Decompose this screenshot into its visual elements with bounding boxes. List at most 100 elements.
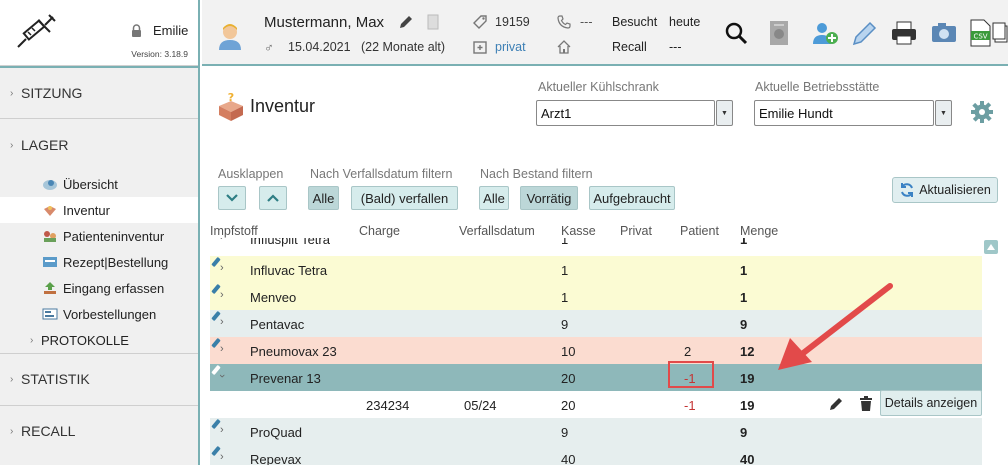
dob-value: 15.04.2021 — [288, 40, 351, 54]
col-charge[interactable]: Charge — [359, 224, 400, 238]
preorder-icon — [42, 308, 58, 320]
site-label: Aktuelle Betriebsstätte — [755, 80, 880, 94]
col-verfall[interactable]: Verfallsdatum — [459, 224, 535, 238]
chevron-right-icon[interactable]: › — [220, 289, 224, 301]
edit-pencil-icon[interactable] — [828, 396, 844, 412]
vaccine-name: Pneumovax 23 — [250, 344, 337, 359]
nav-statistik-head[interactable]: › STATISTIK — [0, 354, 198, 404]
search-icon[interactable] — [722, 18, 750, 48]
vorraetig-button[interactable]: Vorrätig — [520, 186, 578, 210]
refresh-button[interactable]: Aktualisieren — [892, 177, 998, 203]
cell-menge: 1 — [740, 263, 748, 278]
sidebar-item-patienteninventur[interactable]: Patienteninventur — [0, 223, 198, 249]
table-subrow[interactable]: 234234 05/24 20 -1 19 — [210, 391, 982, 418]
patient-insurance[interactable]: privat — [495, 40, 526, 54]
chevron-down-icon[interactable]: › — [216, 374, 228, 378]
cell-menge: 9 — [740, 425, 748, 440]
printer-icon[interactable] — [890, 18, 918, 48]
aufgebraucht-button[interactable]: Aufgebraucht — [589, 186, 675, 210]
chevron-right-icon[interactable]: › — [220, 262, 224, 274]
chevron-right-icon[interactable]: › — [220, 424, 224, 436]
cell-verfall: 05/24 — [464, 398, 497, 413]
expand-button[interactable] — [259, 186, 287, 210]
collapse-button[interactable] — [218, 186, 246, 210]
document-icon[interactable] — [427, 14, 439, 30]
patient-dob: 15.04.2021 (22 Monate alt) — [288, 40, 445, 54]
table-row[interactable]: › ProQuad 9 9 — [210, 418, 982, 445]
prescription-icon — [43, 257, 57, 267]
bald-verfallen-button[interactable]: (Bald) verfallen — [351, 186, 458, 210]
sidebar-item-label: Patienteninventur — [63, 228, 165, 244]
patient-header: Mustermann, Max ♂ 15.04.2021 (22 Monate … — [202, 0, 1008, 66]
col-patient[interactable]: Patient — [680, 224, 719, 238]
gear-icon[interactable] — [970, 100, 994, 124]
cell-kasse: 1 — [561, 263, 569, 278]
nav-section-sitzung[interactable]: › SITZUNG — [0, 66, 198, 119]
bestand-filter-label: Nach Bestand filtern — [480, 167, 593, 181]
patient-inventory-icon — [44, 231, 56, 242]
sidebar-item-inventur[interactable]: Inventur — [0, 197, 198, 223]
nav-lager-head[interactable]: › LAGER — [0, 119, 198, 171]
chevron-down-icon[interactable]: ▼ — [716, 100, 733, 126]
recall-value: --- — [669, 40, 682, 54]
cell-kasse: 1 — [561, 238, 569, 247]
nav-sitzung-head[interactable]: › SITZUNG — [0, 68, 198, 118]
chevron-up-icon — [267, 194, 279, 202]
col-kasse[interactable]: Kasse — [561, 224, 596, 238]
syringe-edit-icon[interactable] — [850, 18, 878, 48]
chevron-down-icon — [226, 194, 238, 202]
brand-header: Emilie Version: 3.18.9 — [0, 0, 198, 66]
verfall-alle-button[interactable]: Alle — [308, 186, 339, 210]
user-name[interactable]: Emilie — [153, 23, 188, 38]
details-button[interactable]: Details anzeigen — [880, 390, 982, 416]
fridge-label: Aktueller Kühlschrank — [538, 80, 659, 94]
sidebar-item-vorbestellungen[interactable]: Vorbestellungen — [0, 301, 198, 327]
verfall-filter-label: Nach Verfallsdatum filtern — [310, 167, 453, 181]
sidebar-item-rezept[interactable]: Rezept|Bestellung — [0, 249, 198, 275]
home-icon — [557, 40, 571, 54]
bestand-alle-button[interactable]: Alle — [479, 186, 509, 210]
patient-avatar-icon[interactable] — [216, 22, 244, 50]
chevron-right-icon[interactable]: › — [220, 238, 224, 243]
vaccine-name: Repevax — [250, 452, 302, 465]
certificate-icon[interactable] — [765, 18, 793, 48]
csv-icon[interactable]: CSV — [966, 18, 994, 48]
chevron-right-icon[interactable]: › — [220, 343, 224, 355]
table-row[interactable]: › Repevax 40 40 — [210, 445, 982, 465]
copy-icon[interactable] — [992, 18, 1008, 48]
sidebar-item-uebersicht[interactable]: Übersicht — [0, 171, 198, 197]
chevron-right-icon[interactable]: › — [220, 316, 224, 328]
scroll-up-button[interactable] — [984, 240, 998, 254]
chevron-down-icon[interactable]: ▼ — [935, 100, 952, 126]
chevron-right-icon: › — [10, 373, 14, 385]
fridge-select[interactable]: Arzt1 ▼ — [536, 100, 733, 126]
nav-section-statistik[interactable]: › STATISTIK — [0, 354, 198, 406]
camera-icon[interactable] — [930, 18, 958, 48]
ausklappen-label: Ausklappen — [218, 167, 284, 181]
cell-patient: -1 — [684, 398, 696, 413]
cell-menge: 9 — [740, 317, 748, 332]
nav-section-lager[interactable]: › LAGER Übersicht Inventur Patienteninve… — [0, 119, 198, 354]
version-label: Version: 3.18.9 — [131, 49, 188, 59]
cell-kasse: 20 — [561, 398, 576, 413]
add-person-icon[interactable] — [811, 18, 839, 48]
vaccine-name: Influsplit Tetra — [250, 238, 330, 247]
sidebar-item-eingang[interactable]: Eingang erfassen — [0, 275, 198, 301]
chevron-right-icon: › — [10, 425, 14, 437]
nav-lager-label: LAGER — [21, 137, 69, 153]
trash-icon[interactable] — [859, 396, 873, 412]
table-row[interactable]: › Influsplit Tetra 1 1 — [210, 238, 982, 252]
sidebar-item-protokolle[interactable]: › PROTOKOLLE — [0, 327, 198, 353]
syringe-logo-icon — [17, 14, 56, 48]
nav-section-recall[interactable]: › RECALL — [0, 406, 198, 458]
nav-recall-head[interactable]: › RECALL — [0, 406, 198, 456]
chevron-right-icon[interactable]: › — [220, 451, 224, 463]
sidebar-item-label: Übersicht — [63, 176, 118, 192]
col-privat[interactable]: Privat — [620, 224, 652, 238]
col-menge[interactable]: Menge — [740, 224, 778, 238]
col-impfstoff[interactable]: Impfstoff — [210, 224, 258, 238]
table-row[interactable]: › Influvac Tetra 1 1 — [210, 256, 982, 283]
phone-icon — [557, 15, 571, 29]
site-select[interactable]: Emilie Hundt ▼ — [754, 100, 952, 126]
edit-patient-icon[interactable] — [398, 14, 414, 30]
